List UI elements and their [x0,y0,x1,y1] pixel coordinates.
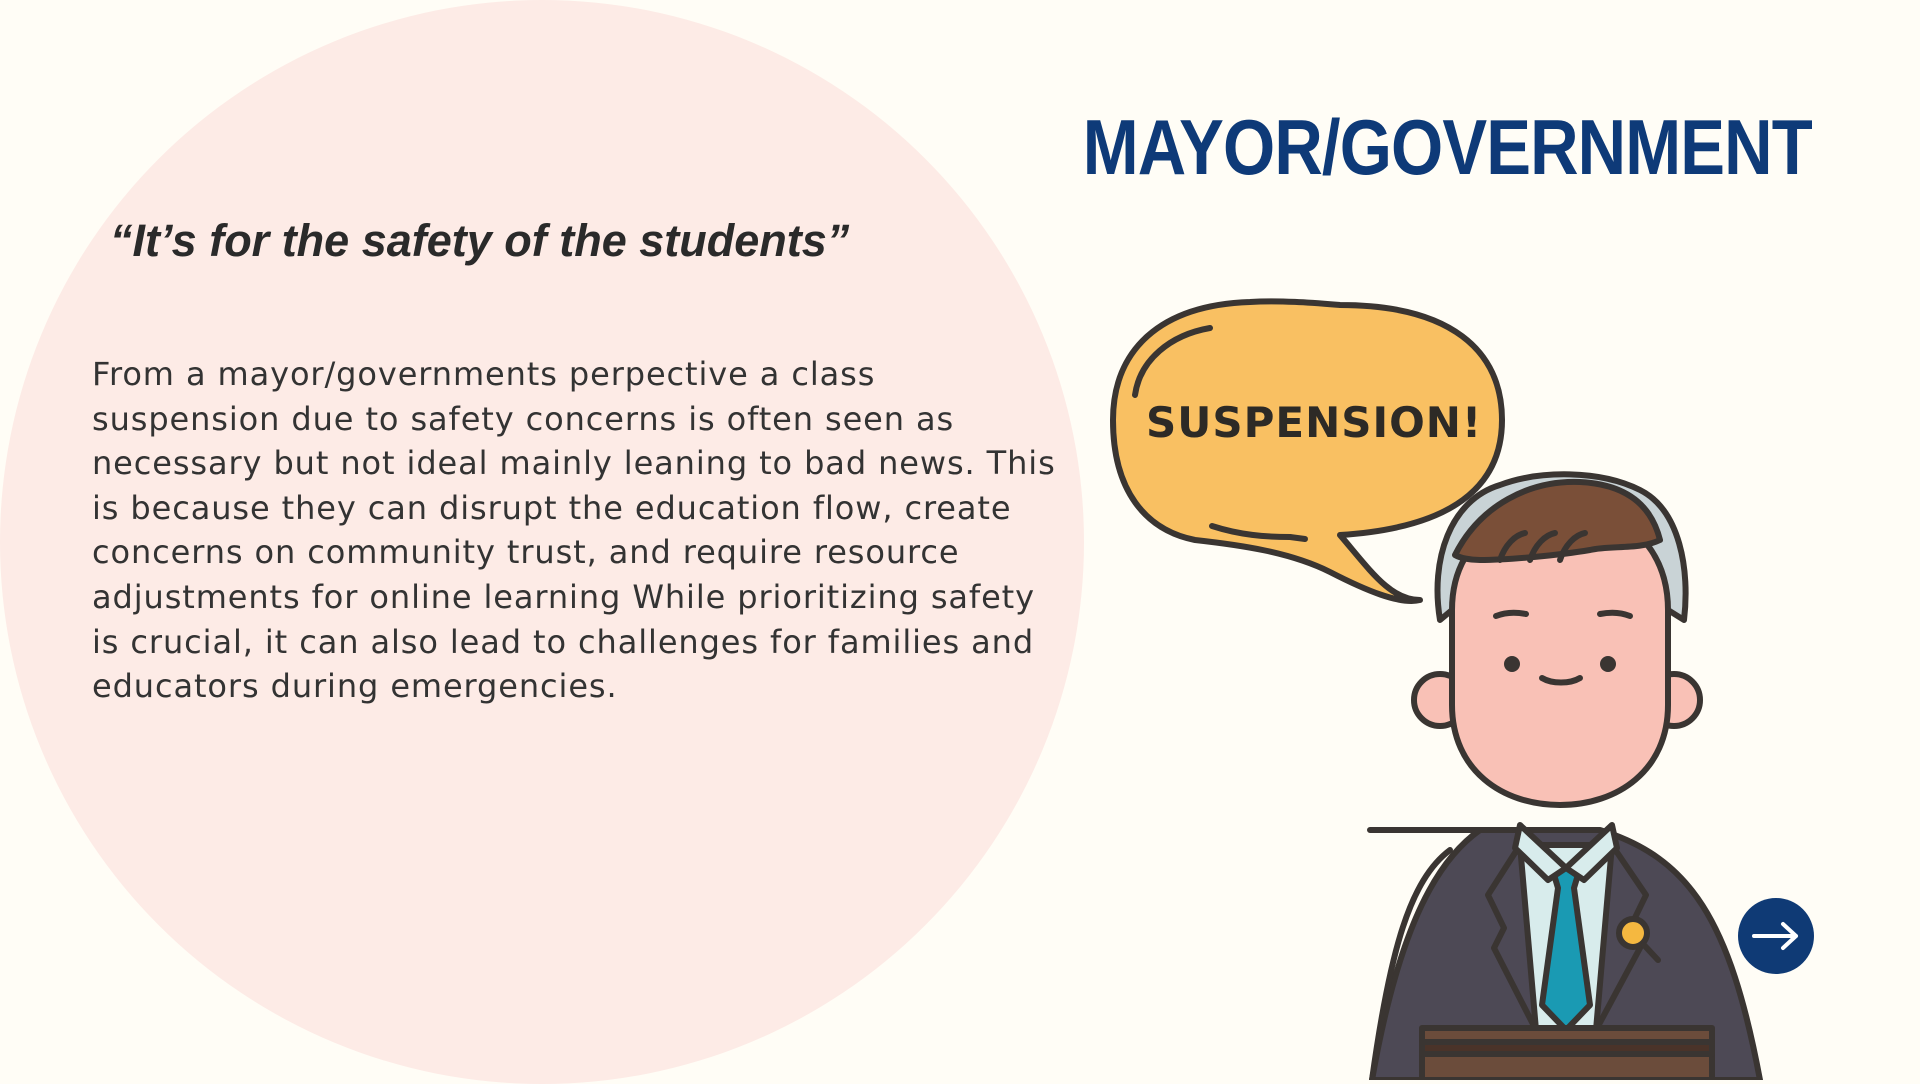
body-paragraph: From a mayor/governments perpective a cl… [92,355,1056,706]
next-button[interactable] [1738,898,1814,974]
speech-bubble-text: SUSPENSION! [1146,398,1483,447]
arrow-right-icon [1752,922,1798,950]
quote-heading: “It’s for the safety of the students” [110,215,850,266]
page-title: MAYOR/GOVERNMENT [1082,103,1813,191]
